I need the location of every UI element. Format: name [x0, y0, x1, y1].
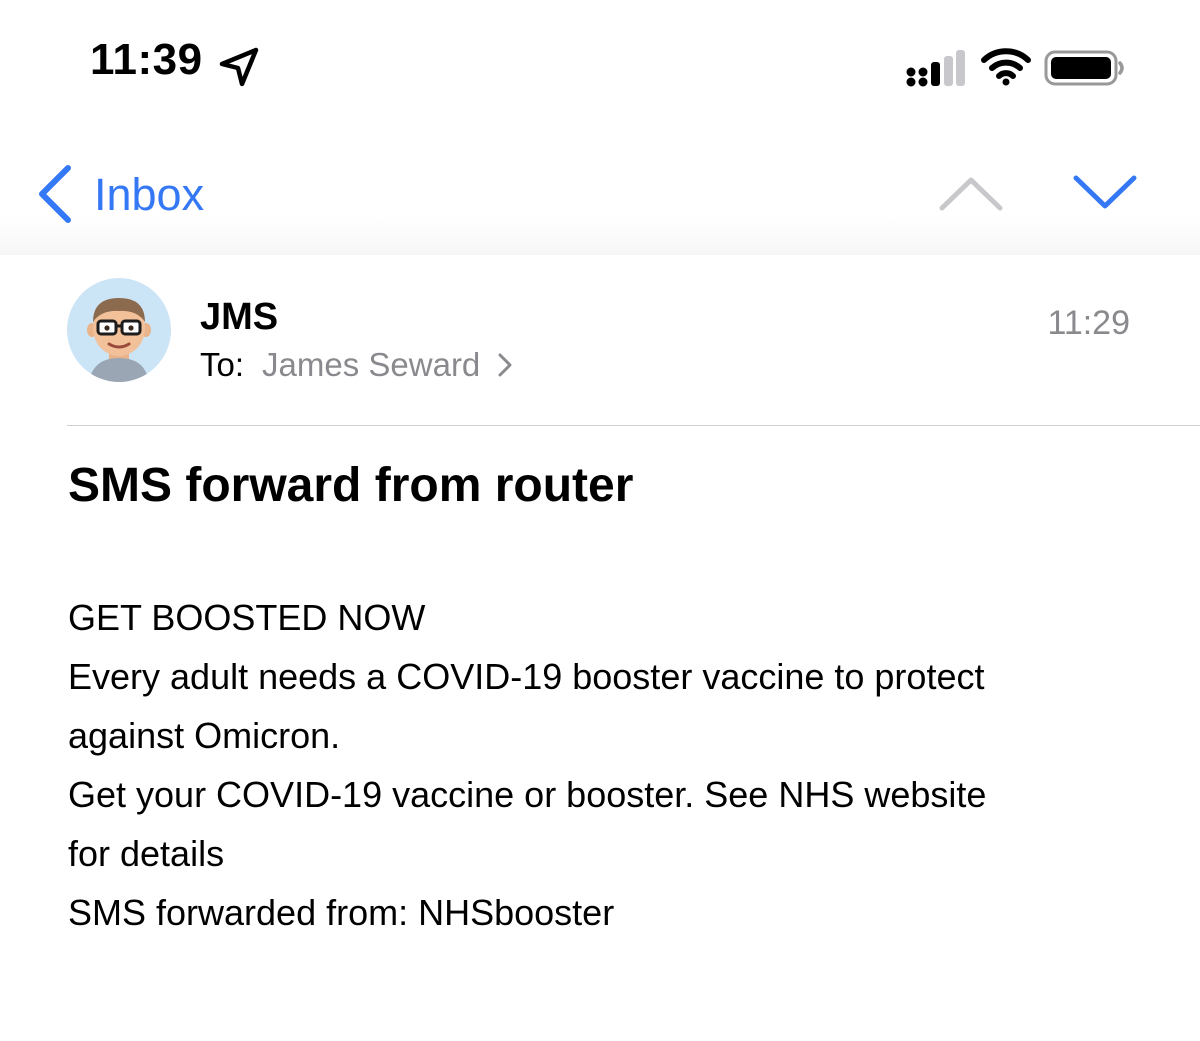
header-divider — [67, 425, 1200, 426]
body-line: GET BOOSTED NOW — [68, 597, 426, 638]
sender-name[interactable]: JMS — [200, 298, 278, 336]
location-arrow-icon — [219, 47, 259, 87]
previous-message-button[interactable] — [936, 168, 1006, 218]
signal-icon — [906, 50, 965, 87]
body-line: for details — [68, 833, 225, 874]
chevron-right-icon — [498, 353, 512, 376]
to-label: To: — [200, 346, 245, 383]
message-time: 11:29 — [1047, 304, 1130, 342]
recipient-name[interactable]: James Seward — [262, 348, 480, 381]
next-message-button[interactable] — [1070, 168, 1140, 218]
avatar[interactable] — [67, 278, 171, 382]
memoji-avatar-icon — [87, 298, 151, 382]
back-label: Inbox — [94, 168, 205, 220]
recipient-row[interactable]: To: James Seward — [200, 348, 514, 381]
wifi-icon — [981, 48, 1031, 86]
status-time: 11:39 — [90, 35, 203, 84]
back-to-inbox-button[interactable]: Inbox — [34, 162, 204, 226]
body-line: Every adult needs a COVID-19 booster vac… — [68, 656, 985, 697]
chevron-left-icon — [39, 165, 71, 223]
battery-icon — [1044, 50, 1124, 86]
body-line: SMS forwarded from: NHSbooster — [68, 892, 615, 933]
body-line: against Omicron. — [68, 715, 341, 756]
email-body: GET BOOSTED NOW Every adult needs a COVI… — [68, 588, 1158, 942]
email-subject: SMS forward from router — [68, 459, 634, 512]
body-line: Get your COVID-19 vaccine or booster. Se… — [68, 774, 987, 815]
